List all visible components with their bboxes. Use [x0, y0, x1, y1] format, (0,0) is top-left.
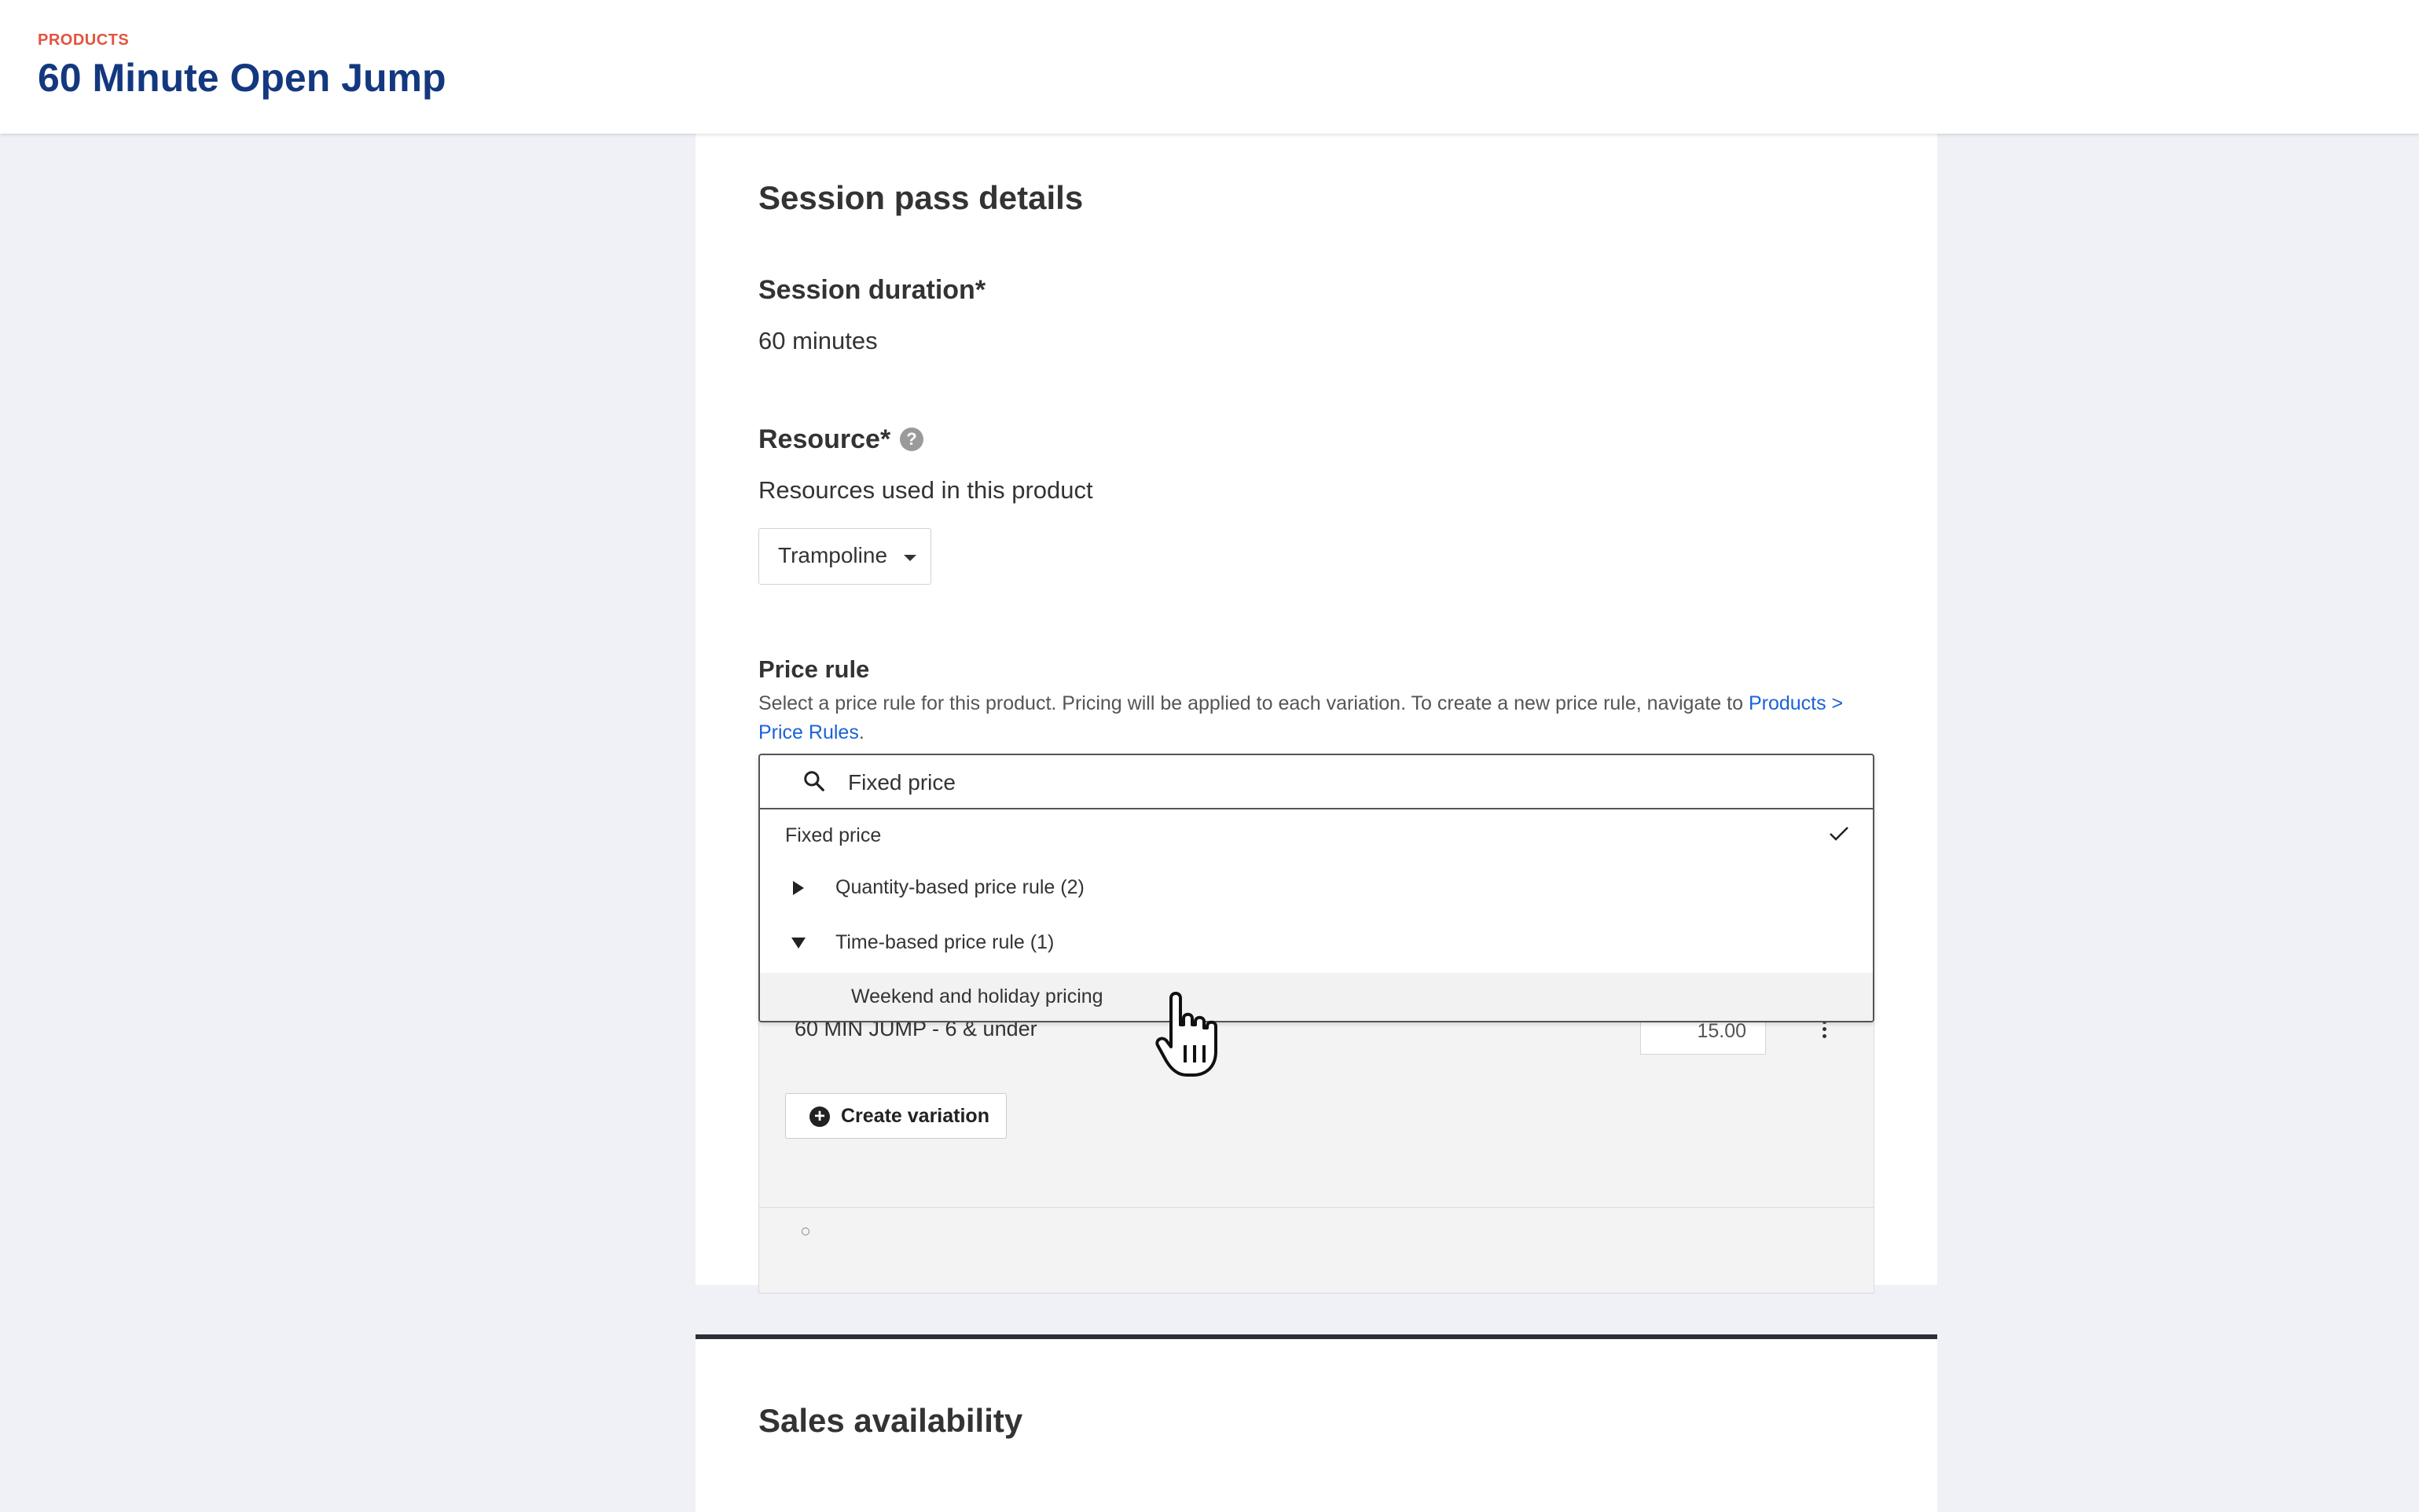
small-dot: [802, 1228, 809, 1235]
breadcrumb-products[interactable]: PRODUCTS: [38, 31, 129, 50]
option-label: Time-based price rule (1): [835, 931, 1055, 953]
page-title: 60 Minute Open Jump: [38, 56, 446, 100]
price-rule-search-input[interactable]: [846, 765, 1793, 801]
sales-availability-card: Sales availability: [696, 1334, 1937, 1512]
price-rule-description: Select a price rule for this product. Pr…: [758, 692, 1844, 743]
option-label: Fixed price: [785, 824, 882, 846]
section-title: Session pass details: [758, 179, 1084, 216]
option-fixed-price[interactable]: Fixed price: [760, 824, 1873, 856]
variations-panel: [758, 1014, 1874, 1294]
check-icon: [1830, 827, 1848, 841]
option-label: Weekend and holiday pricing: [851, 985, 1103, 1007]
option-label: Quantity-based price rule (2): [835, 876, 1085, 898]
price-rule-dropdown: Fixed price Quantity-based price rule (2…: [758, 754, 1874, 1022]
hand-cursor-icon: [1155, 992, 1217, 1077]
option-time-based[interactable]: Time-based price rule (1): [760, 931, 1873, 963]
create-variation-label: Create variation: [841, 1105, 989, 1127]
resource-label: Resource*: [758, 424, 891, 454]
page-header: PRODUCTS 60 Minute Open Jump: [0, 0, 2419, 134]
create-variation-button[interactable]: + Create variation: [785, 1093, 1007, 1139]
session-pass-card: Session pass details Session duration* 6…: [696, 134, 1937, 1294]
session-duration-value: 60 minutes: [758, 327, 878, 354]
question-circle-icon[interactable]: ?: [900, 428, 923, 451]
option-weekend-holiday[interactable]: Weekend and holiday pricing: [760, 985, 1873, 1017]
more-options-icon[interactable]: [1821, 1020, 1829, 1041]
option-quantity-based[interactable]: Quantity-based price rule (2): [760, 876, 1873, 908]
section-title: Sales availability: [758, 1402, 1023, 1439]
dropdown-search: [760, 755, 1873, 809]
chevron-down-icon: [904, 555, 916, 561]
collapse-down-icon[interactable]: [791, 938, 806, 949]
plus-circle-icon: +: [809, 1106, 830, 1127]
resource-select[interactable]: Trampoline: [758, 528, 931, 585]
resource-select-value: Trampoline: [778, 543, 888, 567]
resource-sublabel: Resources used in this product: [758, 476, 1093, 504]
search-icon: [804, 771, 824, 791]
session-duration-label: Session duration*: [758, 275, 986, 305]
expand-right-icon[interactable]: [793, 881, 804, 895]
price-rule-label: Price rule: [758, 655, 870, 683]
